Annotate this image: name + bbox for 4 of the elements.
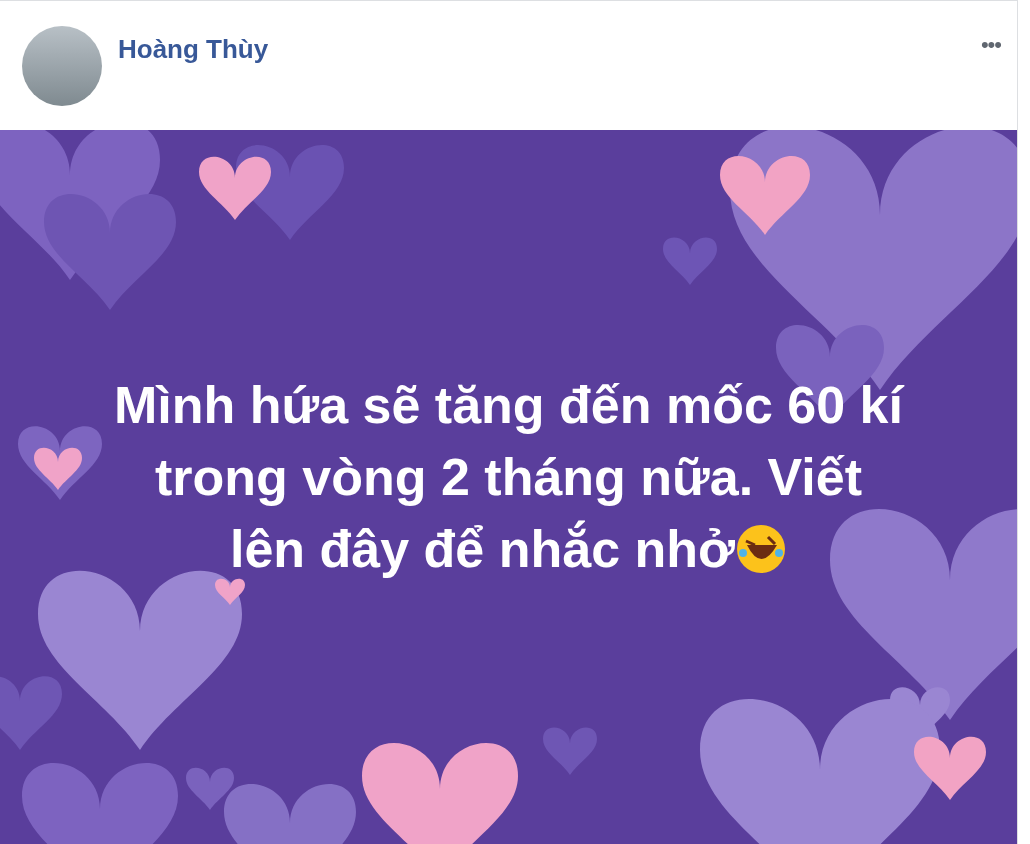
author-name[interactable]: Hoàng Thùy xyxy=(118,34,961,65)
laughing-face-icon xyxy=(735,523,788,575)
more-options-button[interactable]: ••• xyxy=(976,32,1005,58)
post-text: Mình hứa sẽ tăng đến mốc 60 kí trong vòng 2 tháng nữa. Viết lên đây để nhắc nhở xyxy=(114,375,903,580)
